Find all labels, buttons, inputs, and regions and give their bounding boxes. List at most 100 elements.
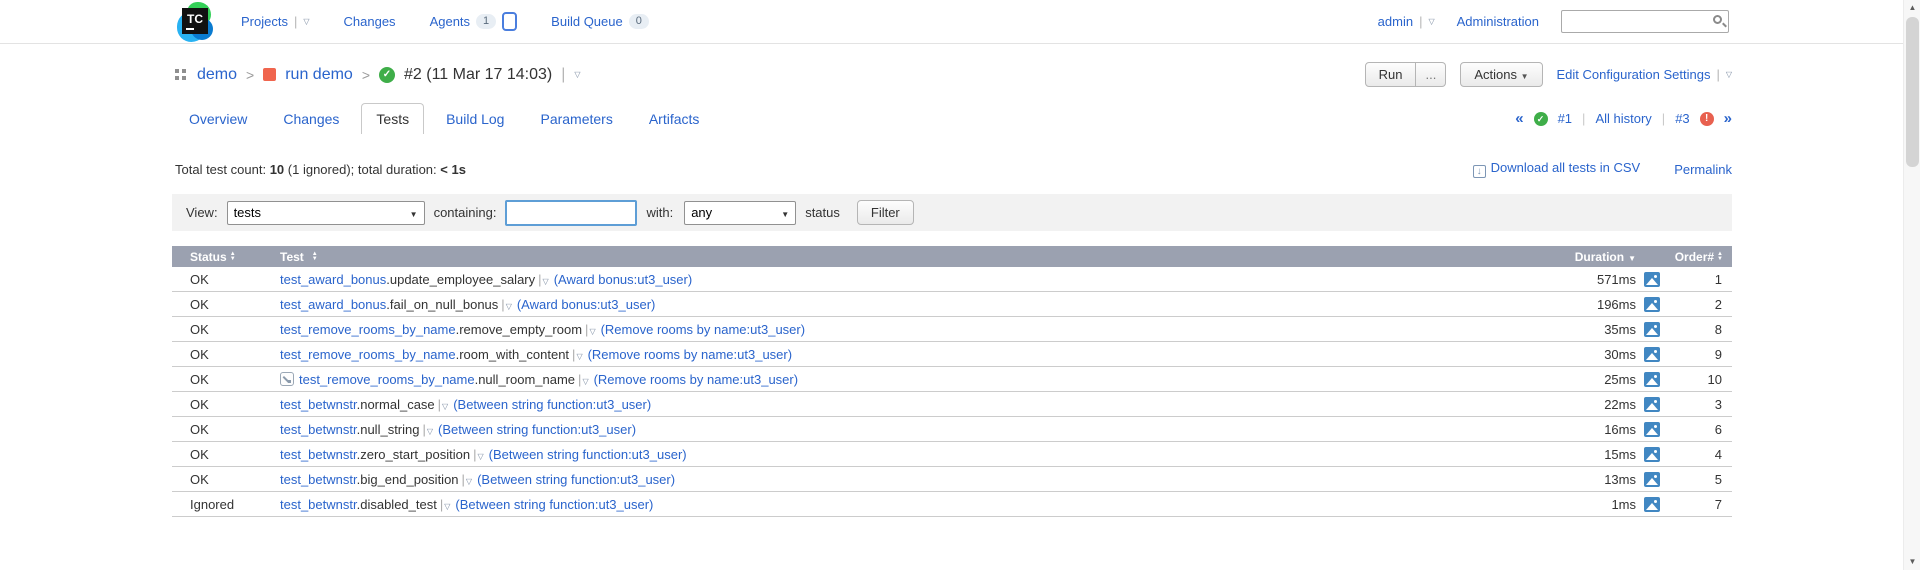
breadcrumb-project-link[interactable]: demo [197,66,237,84]
column-header-order[interactable]: Order#▲▼ [1668,250,1732,264]
tab-changes[interactable]: Changes [269,104,353,134]
duration-graph-icon[interactable] [1644,297,1660,312]
all-history-link[interactable]: All history [1595,111,1651,126]
column-header-duration[interactable]: Duration▼ [1526,250,1636,264]
containing-input[interactable] [505,200,637,226]
test-suite-link[interactable]: test_remove_rooms_by_name [299,372,475,387]
test-actions-chevron-icon[interactable]: ▽ [444,502,450,511]
test-actions-chevron-icon[interactable]: ▽ [477,452,483,461]
divider: | [462,472,465,487]
breadcrumb-buildconfig-link[interactable]: run demo [285,66,353,84]
tab-build-log[interactable]: Build Log [432,104,518,134]
projects-link[interactable]: Projects [241,14,288,29]
duration-graph-icon[interactable] [1644,347,1660,362]
username-link[interactable]: admin [1378,14,1413,29]
test-actions-chevron-icon[interactable]: ▽ [576,352,582,361]
duration-graph-icon[interactable] [1644,397,1660,412]
test-actions-chevron-icon[interactable]: ▽ [442,402,448,411]
test-suite-link[interactable]: test_remove_rooms_by_name [280,347,456,362]
test-group-link[interactable]: (Remove rooms by name:ut3_user) [588,347,792,362]
tab-tests[interactable]: Tests [361,103,424,134]
test-actions-chevron-icon[interactable]: ▽ [543,277,549,286]
test-suite-link[interactable]: test_betwnstr [280,497,357,512]
test-duration: 30ms [1526,347,1636,362]
chevron-down-icon[interactable]: ▽ [1428,17,1434,26]
duration-graph-icon[interactable] [1644,472,1660,487]
divider: | [1662,111,1665,126]
scroll-up-icon[interactable]: ▲ [1904,0,1920,16]
vertical-scrollbar[interactable]: ▲ ▼ [1903,0,1920,570]
nav-build-queue[interactable]: Build Queue 0 [551,14,649,29]
build-queue-link[interactable]: Build Queue [551,14,623,29]
test-actions-chevron-icon[interactable]: ▽ [506,302,512,311]
test-actions-chevron-icon[interactable]: ▽ [427,427,433,436]
test-actions-chevron-icon[interactable]: ▽ [466,477,472,486]
teamcity-logo[interactable]: TC [175,2,215,42]
agents-link[interactable]: Agents [430,14,470,29]
nav-agents[interactable]: Agents 1 [430,12,518,31]
nav-projects[interactable]: Projects | ▽ [241,14,310,29]
download-csv-link[interactable]: ↓Download all tests in CSV [1473,160,1641,178]
test-actions-chevron-icon[interactable]: ▽ [589,327,595,336]
tab-overview[interactable]: Overview [175,104,261,134]
tab-parameters[interactable]: Parameters [526,104,626,134]
test-group-link[interactable]: (Between string function:ut3_user) [455,497,653,512]
build3-link[interactable]: #3 [1675,111,1689,126]
run-options-button[interactable]: ... [1416,62,1446,87]
test-chart-cell [1636,322,1668,337]
filter-button[interactable]: Filter [857,200,914,225]
status-select[interactable]: any [685,202,795,224]
test-suite-link[interactable]: test_betwnstr [280,447,357,462]
test-group-link[interactable]: (Between string function:ut3_user) [489,447,687,462]
changes-link[interactable]: Changes [344,14,396,29]
previous-builds-icon[interactable]: « [1515,110,1523,127]
edit-configuration-settings-link[interactable]: Edit Configuration Settings [1557,67,1711,82]
test-group-link[interactable]: (Remove rooms by name:ut3_user) [601,322,805,337]
actions-button[interactable]: Actions ▼ [1460,62,1542,87]
duration-graph-icon[interactable] [1644,447,1660,462]
agent-status-icon[interactable] [502,12,517,31]
test-group-link[interactable]: (Between string function:ut3_user) [477,472,675,487]
build-queue-count-badge: 0 [629,14,649,29]
search-icon[interactable] [1713,15,1722,24]
topbar-right: admin | ▽ Administration [1378,10,1729,33]
test-name-cell: test_remove_rooms_by_name.room_with_cont… [280,347,1526,362]
test-suite-link[interactable]: test_betwnstr [280,422,357,437]
chevron-down-icon[interactable]: ▽ [303,17,309,26]
view-select[interactable]: tests [228,202,424,224]
build1-link[interactable]: #1 [1558,111,1572,126]
scroll-down-icon[interactable]: ▼ [1904,554,1920,570]
test-group-link[interactable]: (Award bonus:ut3_user) [554,272,693,287]
nav-changes[interactable]: Changes [344,14,396,29]
breadcrumb-separator: > [246,67,254,83]
permalink-link[interactable]: Permalink [1674,162,1732,177]
chevron-down-icon[interactable]: ▽ [1726,70,1732,79]
test-note-icon[interactable] [280,372,294,386]
tab-artifacts[interactable]: Artifacts [635,104,714,134]
test-suite-link[interactable]: test_betwnstr [280,472,357,487]
duration-graph-icon[interactable] [1644,372,1660,387]
test-suite-link[interactable]: test_betwnstr [280,397,357,412]
user-menu[interactable]: admin | ▽ [1378,14,1435,29]
duration-graph-icon[interactable] [1644,272,1660,287]
duration-graph-icon[interactable] [1644,322,1660,337]
test-group-link[interactable]: (Between string function:ut3_user) [453,397,651,412]
duration-graph-icon[interactable] [1644,497,1660,512]
test-group-link[interactable]: (Award bonus:ut3_user) [517,297,656,312]
administration-link[interactable]: Administration [1457,14,1539,29]
column-header-status[interactable]: Status▲▼ [172,250,280,264]
search-input[interactable] [1561,10,1729,33]
column-header-test[interactable]: Test▲▼ [280,250,1526,264]
test-group-link[interactable]: (Remove rooms by name:ut3_user) [594,372,798,387]
run-button[interactable]: Run [1365,62,1417,87]
test-suite-link[interactable]: test_remove_rooms_by_name [280,322,456,337]
scrollbar-thumb[interactable] [1906,17,1919,167]
test-actions-chevron-icon[interactable]: ▽ [582,377,588,386]
duration-graph-icon[interactable] [1644,422,1660,437]
test-suite-link[interactable]: test_award_bonus [280,272,386,287]
edit-configuration-settings[interactable]: Edit Configuration Settings | ▽ [1557,67,1732,82]
test-suite-link[interactable]: test_award_bonus [280,297,386,312]
chevron-down-icon[interactable]: ▽ [574,70,580,79]
test-group-link[interactable]: (Between string function:ut3_user) [438,422,636,437]
next-builds-icon[interactable]: » [1724,110,1732,127]
